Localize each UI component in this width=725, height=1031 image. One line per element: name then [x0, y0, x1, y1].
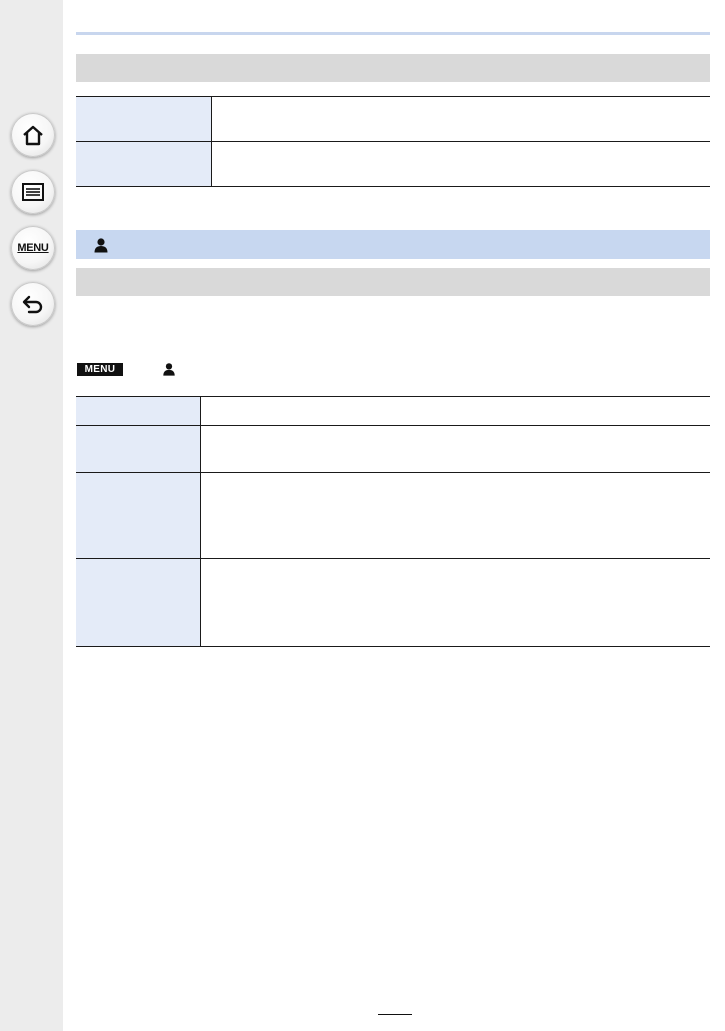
back-arrow-icon — [22, 295, 43, 314]
list-icon — [22, 183, 44, 201]
table-row — [76, 472, 710, 559]
header-rule — [76, 32, 710, 35]
setting-description-cell — [200, 425, 710, 473]
setting-label-cell — [76, 396, 201, 426]
setting-description-cell — [200, 472, 710, 559]
menu-badge: MENU — [77, 363, 123, 376]
navigation-sidebar: MENU — [0, 0, 63, 1031]
menu-button-label: MENU — [17, 242, 49, 254]
person-icon — [163, 363, 175, 376]
home-icon — [23, 125, 43, 146]
contents-button[interactable] — [11, 170, 55, 214]
page-number — [378, 1000, 412, 1015]
setting-description-cell — [211, 96, 710, 142]
home-button[interactable] — [11, 113, 55, 157]
table-row — [76, 96, 710, 142]
settings-table-bottom — [76, 396, 710, 647]
setting-description-cell — [211, 141, 710, 187]
settings-table-top — [76, 96, 710, 187]
person-icon — [94, 237, 108, 252]
custom-menu-category-bar — [76, 230, 710, 259]
setting-label-cell — [76, 558, 201, 647]
table-row — [76, 558, 710, 647]
table-row — [76, 141, 710, 187]
section-header-bar — [76, 54, 710, 82]
setting-label-cell — [76, 96, 212, 142]
section-header-bar — [76, 268, 710, 296]
table-row — [76, 396, 710, 426]
menu-button[interactable]: MENU — [11, 226, 55, 270]
setting-description-cell — [200, 558, 710, 647]
setting-label-cell — [76, 425, 201, 473]
setting-description-cell — [200, 396, 710, 426]
setting-label-cell — [76, 141, 212, 187]
setting-label-cell — [76, 472, 201, 559]
back-button[interactable] — [11, 282, 55, 326]
table-row — [76, 425, 710, 473]
